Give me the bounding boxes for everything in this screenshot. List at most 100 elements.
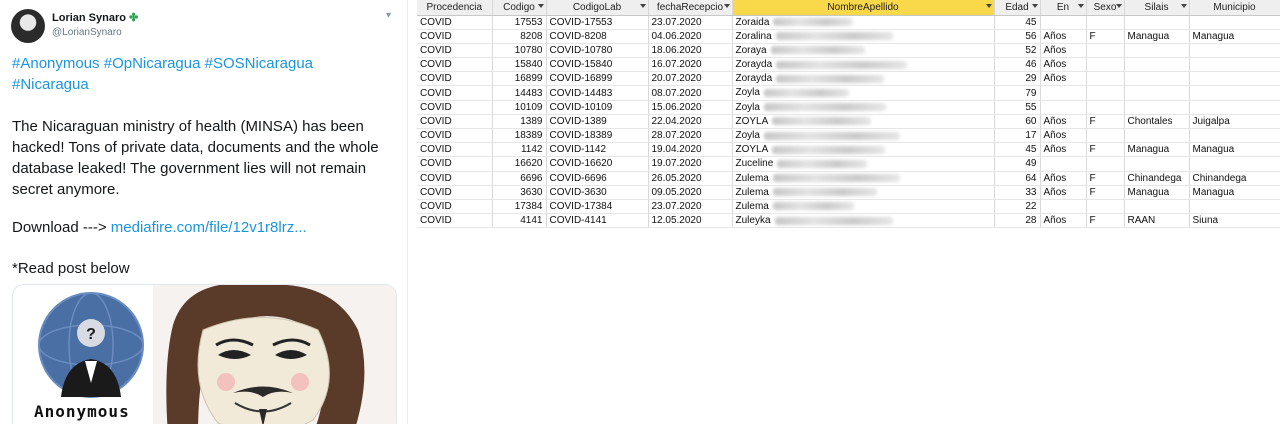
table-cell-codigo[interactable]: 10780 bbox=[492, 43, 547, 59]
table-cell-codigo[interactable]: 6696 bbox=[492, 171, 547, 186]
filter-dropdown-icon[interactable] bbox=[537, 4, 544, 8]
table-row[interactable]: COVID 15840 COVID-15840 16.07.2020 Zorayda 46… bbox=[417, 57, 1280, 73]
table-cell-codigo[interactable]: 1142 bbox=[492, 142, 547, 158]
table-cell-lab[interactable]: COVID-1389 bbox=[546, 114, 649, 130]
table-cell-lab[interactable]: COVID-6696 bbox=[546, 171, 649, 186]
table-cell-codigo[interactable]: 10109 bbox=[492, 100, 547, 115]
table-cell-en[interactable]: Años bbox=[1040, 171, 1087, 186]
table-cell-codigo[interactable]: 17553 bbox=[492, 15, 547, 30]
column-header-codigolab[interactable]: CodigoLab bbox=[546, 0, 649, 16]
table-cell-en[interactable] bbox=[1040, 15, 1087, 30]
table-cell-fecha[interactable]: 20.07.2020 bbox=[648, 71, 733, 87]
table-cell-fecha[interactable]: 26.05.2020 bbox=[648, 171, 733, 186]
table-cell-silais[interactable]: Chontales bbox=[1124, 114, 1190, 130]
table-cell-nombre[interactable]: Zoyla bbox=[732, 85, 995, 101]
table-cell-codigo[interactable]: 4141 bbox=[492, 213, 547, 229]
table-cell-fecha[interactable]: 12.05.2020 bbox=[648, 213, 733, 229]
table-cell-edad[interactable]: 55 bbox=[994, 100, 1041, 115]
table-cell-muni[interactable]: Juigalpa bbox=[1189, 114, 1280, 130]
table-cell-proc[interactable]: COVID bbox=[417, 43, 493, 59]
table-cell-fecha[interactable]: 09.05.2020 bbox=[648, 185, 733, 200]
table-cell-nombre[interactable]: Zoyla bbox=[732, 128, 995, 144]
table-cell-en[interactable]: Años bbox=[1040, 57, 1087, 73]
table-cell-nombre[interactable]: Zulema bbox=[732, 171, 995, 186]
table-cell-en[interactable]: Años bbox=[1040, 29, 1087, 44]
table-cell-muni[interactable]: Managua bbox=[1189, 142, 1280, 158]
table-cell-proc[interactable]: COVID bbox=[417, 142, 493, 158]
table-cell-fecha[interactable]: 22.04.2020 bbox=[648, 114, 733, 130]
table-cell-edad[interactable]: 22 bbox=[994, 199, 1041, 215]
table-cell-en[interactable] bbox=[1040, 156, 1087, 172]
table-cell-lab[interactable]: COVID-17553 bbox=[546, 15, 649, 30]
table-cell-fecha[interactable]: 16.07.2020 bbox=[648, 57, 733, 73]
table-cell-en[interactable]: Años bbox=[1040, 43, 1087, 59]
display-name[interactable]: Lorian Synaro bbox=[52, 12, 126, 24]
table-cell-nombre[interactable]: ZOYLA bbox=[732, 114, 995, 130]
table-cell-nombre[interactable]: ZOYLA bbox=[732, 142, 995, 158]
table-cell-silais[interactable]: Managua bbox=[1124, 142, 1190, 158]
table-cell-proc[interactable]: COVID bbox=[417, 15, 493, 30]
table-cell-lab[interactable]: COVID-16899 bbox=[546, 71, 649, 87]
filter-dropdown-icon[interactable] bbox=[1180, 4, 1187, 8]
table-cell-edad[interactable]: 45 bbox=[994, 142, 1041, 158]
table-cell-lab[interactable]: COVID-10109 bbox=[546, 100, 649, 115]
table-cell-muni[interactable] bbox=[1189, 71, 1280, 87]
table-row[interactable]: COVID 16899 COVID-16899 20.07.2020 Zorayda 29… bbox=[417, 71, 1280, 87]
table-cell-muni[interactable] bbox=[1189, 199, 1280, 215]
table-cell-sexo[interactable]: F bbox=[1086, 185, 1125, 200]
table-cell-en[interactable]: Años bbox=[1040, 114, 1087, 130]
table-cell-en[interactable]: Años bbox=[1040, 71, 1087, 87]
table-cell-proc[interactable]: COVID bbox=[417, 85, 493, 101]
table-cell-silais[interactable] bbox=[1124, 15, 1190, 30]
table-cell-proc[interactable]: COVID bbox=[417, 185, 493, 200]
table-cell-codigo[interactable]: 1389 bbox=[492, 114, 547, 130]
table-cell-nombre[interactable]: Zorayda bbox=[732, 57, 995, 73]
table-cell-sexo[interactable] bbox=[1086, 199, 1125, 215]
table-cell-nombre[interactable]: Zoraida bbox=[732, 15, 995, 30]
table-cell-codigo[interactable]: 16899 bbox=[492, 71, 547, 87]
table-cell-fecha[interactable]: 04.06.2020 bbox=[648, 29, 733, 44]
sort-filter-icon[interactable] bbox=[985, 4, 992, 8]
table-cell-edad[interactable]: 64 bbox=[994, 171, 1041, 186]
table-row[interactable]: COVID 4141 COVID-4141 12.05.2020 Zuleyka 28 Añ… bbox=[417, 213, 1280, 229]
download-link[interactable]: mediafire.com/file/12v1r8lrz... bbox=[111, 219, 307, 236]
table-cell-proc[interactable]: COVID bbox=[417, 71, 493, 87]
user-handle[interactable]: @LorianSynaro bbox=[52, 27, 122, 38]
table-cell-sexo[interactable] bbox=[1086, 156, 1125, 172]
table-row[interactable]: COVID 3630 COVID-3630 09.05.2020 Zulema 33 Año… bbox=[417, 185, 1280, 200]
table-cell-nombre[interactable]: Zuceline bbox=[732, 156, 995, 172]
table-cell-codigo[interactable]: 3630 bbox=[492, 185, 547, 200]
table-cell-codigo[interactable]: 8208 bbox=[492, 29, 547, 44]
avatar[interactable] bbox=[11, 9, 45, 43]
table-cell-edad[interactable]: 52 bbox=[994, 43, 1041, 59]
table-cell-lab[interactable]: COVID-4141 bbox=[546, 213, 649, 229]
table-cell-silais[interactable]: Chinandega bbox=[1124, 171, 1190, 186]
table-cell-muni[interactable] bbox=[1189, 57, 1280, 73]
display-name-row[interactable]: Lorian Synaro ✤ bbox=[52, 11, 138, 24]
table-cell-muni[interactable]: Managua bbox=[1189, 185, 1280, 200]
table-cell-muni[interactable] bbox=[1189, 43, 1280, 59]
table-cell-fecha[interactable]: 23.07.2020 bbox=[648, 199, 733, 215]
table-cell-silais[interactable] bbox=[1124, 85, 1190, 101]
table-cell-codigo[interactable]: 14483 bbox=[492, 85, 547, 101]
table-row[interactable]: COVID 1389 COVID-1389 22.04.2020 ZOYLA 60 Años… bbox=[417, 114, 1280, 130]
table-cell-nombre[interactable]: Zorayda bbox=[732, 71, 995, 87]
table-cell-nombre[interactable]: Zulema bbox=[732, 185, 995, 200]
table-cell-silais[interactable] bbox=[1124, 43, 1190, 59]
table-cell-fecha[interactable]: 28.07.2020 bbox=[648, 128, 733, 144]
table-row[interactable]: COVID 6696 COVID-6696 26.05.2020 Zulema 64 Año… bbox=[417, 171, 1280, 186]
chevron-down-icon[interactable]: ▾ bbox=[386, 10, 391, 21]
filter-dropdown-icon[interactable] bbox=[639, 4, 646, 8]
table-row[interactable]: COVID 18389 COVID-18389 28.07.2020 Zoyla 17 Añ… bbox=[417, 128, 1280, 144]
table-cell-sexo[interactable] bbox=[1086, 71, 1125, 87]
hashtags-line[interactable]: #Anonymous #OpNicaragua #SOSNicaragua bbox=[12, 53, 402, 74]
table-cell-lab[interactable]: COVID-15840 bbox=[546, 57, 649, 73]
filter-dropdown-icon[interactable] bbox=[1031, 4, 1038, 8]
table-cell-sexo[interactable]: F bbox=[1086, 171, 1125, 186]
column-header-codigo[interactable]: Codigo bbox=[492, 0, 547, 16]
column-header-procedencia[interactable]: Procedencia bbox=[417, 0, 493, 16]
table-cell-sexo[interactable] bbox=[1086, 43, 1125, 59]
table-cell-proc[interactable]: COVID bbox=[417, 199, 493, 215]
table-cell-fecha[interactable]: 19.07.2020 bbox=[648, 156, 733, 172]
table-cell-nombre[interactable]: Zoyla bbox=[732, 100, 995, 115]
